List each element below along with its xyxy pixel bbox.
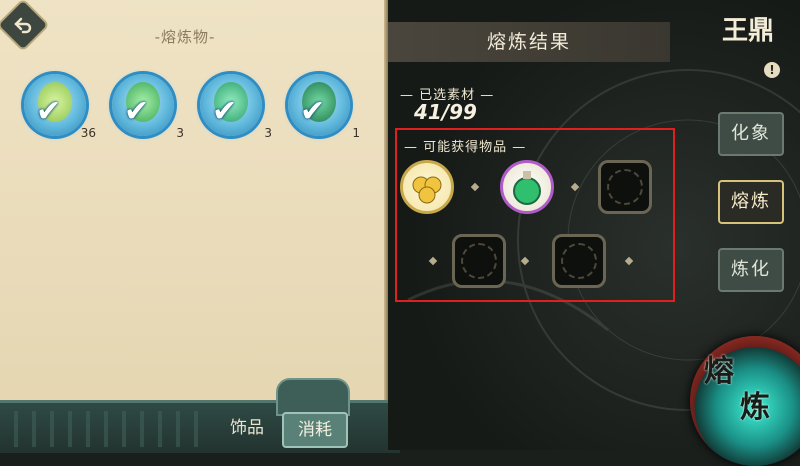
- item-count: 3: [176, 126, 184, 140]
- material-item[interactable]: ✔ 3: [200, 74, 272, 140]
- item-count: 1: [352, 126, 360, 140]
- result-header: 熔炼结果: [388, 22, 670, 62]
- result-slot-empty: [452, 234, 506, 288]
- material-item[interactable]: ✔ 1: [288, 74, 360, 140]
- material-section-title: -熔炼物-: [154, 28, 216, 46]
- material-item[interactable]: ✔ 36: [24, 74, 96, 140]
- checkmark-icon: ✔: [212, 94, 238, 129]
- back-arrow-icon: [14, 17, 32, 34]
- material-item[interactable]: ✔ 3: [112, 74, 184, 140]
- game-logo: 王鼎: [722, 16, 775, 46]
- item-count: 3: [264, 126, 272, 140]
- result-slot[interactable]: [500, 160, 554, 214]
- fuse-label-2: 炼: [740, 390, 770, 425]
- side-tab-smelt[interactable]: 熔炼: [718, 180, 784, 224]
- checkmark-icon: ✔: [36, 94, 62, 129]
- result-slot-empty: [552, 234, 606, 288]
- selected-count: 41/99: [414, 100, 477, 124]
- decorative-pattern: [0, 411, 200, 447]
- tab-ornaments[interactable]: 饰品: [214, 412, 280, 444]
- back-button[interactable]: [0, 0, 50, 52]
- result-slot-empty: [598, 160, 652, 214]
- tab-ornament: [276, 378, 350, 416]
- checkmark-icon: ✔: [300, 94, 326, 129]
- gold-coins-icon: [412, 176, 442, 204]
- checkmark-icon: ✔: [124, 94, 150, 129]
- result-slot[interactable]: [400, 160, 454, 214]
- side-tab-transform[interactable]: 化象: [718, 112, 784, 156]
- green-potion-icon: [513, 171, 541, 205]
- possible-label-text: 可能获得物品: [423, 140, 508, 155]
- possible-label: — 可能获得物品 —: [404, 140, 527, 155]
- tab-consumables[interactable]: 消耗: [282, 412, 348, 448]
- item-count: 36: [80, 126, 96, 140]
- side-tab-refine[interactable]: 炼化: [718, 248, 784, 292]
- info-icon[interactable]: !: [764, 62, 780, 78]
- fuse-label-1: 熔: [704, 354, 734, 389]
